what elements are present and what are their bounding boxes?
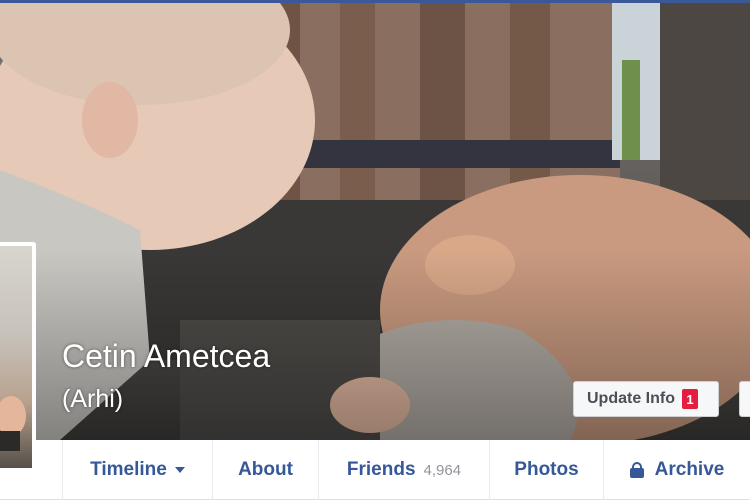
- more-options-button[interactable]: [739, 381, 750, 417]
- update-info-button[interactable]: Update Info 1: [573, 381, 719, 417]
- tab-archive[interactable]: Archive: [603, 440, 750, 500]
- notification-badge: 1: [682, 389, 698, 409]
- chevron-down-icon: [174, 467, 185, 473]
- tab-photos[interactable]: Photos: [489, 440, 603, 500]
- friends-count: 4,964: [423, 461, 462, 479]
- top-bar: [0, 0, 750, 3]
- profile-nav: Timeline About Friends 4,964 Photos Arch…: [0, 440, 750, 500]
- avatar-face: [0, 396, 26, 436]
- tab-timeline[interactable]: Timeline: [62, 440, 212, 500]
- tab-archive-label: Archive: [654, 459, 725, 480]
- profile-picture[interactable]: [0, 242, 36, 472]
- tab-about[interactable]: About: [212, 440, 318, 500]
- tab-friends[interactable]: Friends 4,964: [318, 440, 489, 500]
- lock-icon: [629, 462, 644, 478]
- tab-timeline-label: Timeline: [90, 459, 167, 480]
- tab-photos-label: Photos: [514, 459, 579, 480]
- avatar-shirt: [0, 431, 20, 451]
- tab-about-label: About: [238, 459, 293, 480]
- tab-friends-label: Friends: [346, 459, 416, 480]
- profile-name[interactable]: Cetin Ametcea: [62, 338, 270, 375]
- update-info-label: Update Info: [587, 390, 675, 407]
- profile-nickname: (Arhi): [62, 385, 124, 413]
